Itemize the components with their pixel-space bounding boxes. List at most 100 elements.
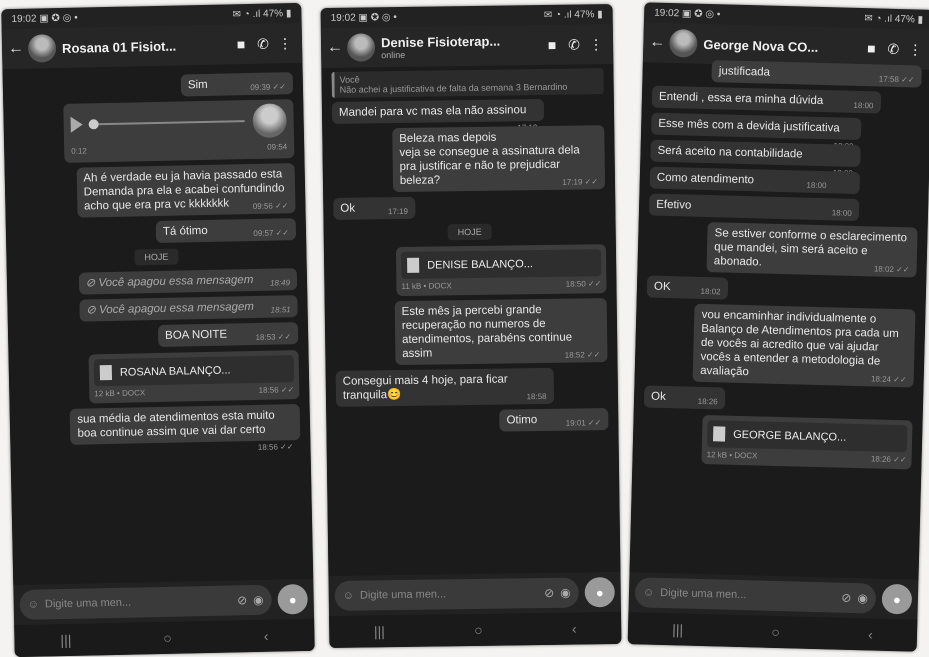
back-arrow-icon[interactable]: ← [649,33,665,51]
home-icon[interactable]: ○ [771,624,780,640]
message-bubble[interactable]: Ah é verdade eu ja havia passado esta De… [76,163,296,218]
video-call-icon[interactable]: ■ [230,36,252,52]
message-bubble[interactable]: justificada 17:58 ✓✓ [711,60,922,88]
message-bubble[interactable]: BOA NOITE 18:53 ✓✓ [157,322,299,347]
more-menu-icon[interactable]: ⋮ [904,41,926,59]
phone-call-icon[interactable]: ✆ [252,35,274,52]
status-right: ✉ ◔ .ıl 47% ▮ [543,8,603,21]
avatar[interactable] [669,28,698,58]
message-bubble[interactable]: Efetivo 18:00 [648,193,860,222]
message-bubble[interactable]: Ok 18:26 [643,385,726,410]
back-arrow-icon[interactable]: ← [327,39,343,57]
message-bubble[interactable]: Se estiver conforme o esclarecimento que… [706,222,918,278]
more-menu-icon[interactable]: ⋮ [585,36,607,53]
play-icon[interactable] [70,116,83,133]
chat-header: ← Denise Fisioterap... online ■ ✆ ⋮ [320,23,614,69]
contact-name[interactable]: George Nova CO... [703,36,860,55]
back-icon[interactable]: ‹ [264,628,269,644]
message-bubble[interactable]: sua média de atendimentos esta muito boa… [70,404,301,452]
attach-icon[interactable]: ⊘ [237,593,247,607]
message-bubble[interactable]: OK 18:02 [646,275,728,300]
android-nav-bar: ||| ○ ‹ [627,612,918,652]
avatar[interactable] [346,33,376,62]
message-text: Entendi , essa era minha dúvida [658,90,824,108]
message-input[interactable]: ☺ Digite uma men... ⊘ ◉ [19,584,272,620]
document-icon [407,257,420,273]
message-text: vou encaminhar individualmente o Balanço… [700,308,899,379]
message-time: 18:02 ✓✓ [873,264,910,275]
video-call-icon[interactable]: ■ [860,40,882,57]
deleted-message[interactable]: ⊘ Você apagou essa mensagem 18:51 [78,295,298,322]
message-bubble[interactable]: Como atendimento 18:00 [649,166,860,195]
emoji-icon[interactable]: ☺ [343,590,354,602]
back-icon[interactable]: ‹ [572,621,577,637]
message-bubble[interactable]: Sim 09:39 ✓✓ [180,72,294,97]
recents-icon[interactable]: ||| [672,621,683,637]
message-bubble[interactable]: vou encaminhar individualmente o Balanço… [692,303,916,388]
emoji-icon[interactable]: ☺ [28,599,39,611]
document-message[interactable]: ROSANA BALANÇO... 12 kB • DOCX 18:56 ✓✓ [88,350,300,404]
message-bubble[interactable]: Otimo 19:01 ✓✓ [499,408,609,432]
message-bubble[interactable]: Mandei para vc mas ela não assinou17:19 [331,98,545,132]
phone-george: 19:02 ▣ ✪ ◎ • ✉ ◔ .ıl 47% ▮ ← George Nov… [627,2,929,652]
mic-button[interactable]: ● [277,583,308,615]
message-time: 09:57 ✓✓ [253,228,290,238]
message-bubble[interactable]: Esse mês com a devida justificativa18:00 [650,112,862,151]
home-icon[interactable]: ○ [474,622,483,638]
audio-message[interactable]: 0:12 09:54 [63,99,295,163]
back-icon[interactable]: ‹ [868,626,873,642]
more-menu-icon[interactable]: ⋮ [274,35,296,52]
document-message[interactable]: GEORGE BALANÇO... 12 kB • DOCX 18:26 ✓✓ [701,414,913,470]
message-text: Será aceito na contabilidade [657,144,803,161]
message-text: Ok [650,390,666,404]
audio-progress[interactable] [88,120,245,126]
back-arrow-icon[interactable]: ← [8,40,24,58]
document-meta: 11 kB • DOCX [401,281,452,291]
message-text: Este mês ja percebi grande recuperação n… [401,304,573,360]
message-bubble[interactable]: Consegui mais 4 hoje, para ficar tranqui… [335,367,554,407]
document-icon [712,426,726,442]
message-time: 18:58 [526,391,547,402]
message-time: 18:02 [700,286,721,297]
message-bubble[interactable]: Entendi , essa era minha dúvida 18:00 [651,85,881,114]
video-call-icon[interactable]: ■ [541,37,563,53]
quoted-message[interactable]: Você Não achei a justificativa de falta d… [331,68,604,98]
status-icons: ▣ ✪ ◎ • [39,12,78,24]
attach-icon[interactable]: ⊘ [841,591,851,605]
document-icon [99,364,113,381]
deleted-message[interactable]: ⊘ Você apagou essa mensagem 18:49 [78,268,298,295]
document-message[interactable]: DENISE BALANÇO... 11 kB • DOCX 18:50 ✓✓ [395,244,607,297]
message-bubble[interactable]: Será aceito na contabilidade18:00 [650,139,861,178]
camera-icon[interactable]: ◉ [560,586,571,600]
camera-icon[interactable]: ◉ [253,593,264,607]
recents-icon[interactable]: ||| [60,632,71,648]
message-bubble[interactable]: Ok 17:19 [333,196,416,220]
contact-name[interactable]: Denise Fisioterap... online [381,32,541,60]
home-icon[interactable]: ○ [163,630,172,646]
message-bubble[interactable]: Tá ótimo 09:57 ✓✓ [155,218,297,244]
message-time: 18:50 ✓✓ [565,279,602,289]
message-input[interactable]: ☺ Digite uma men... ⊘ ◉ [634,577,877,614]
emoji-icon[interactable]: ☺ [643,586,655,598]
message-text: justificada [718,65,771,79]
android-nav-bar: ||| ○ ‹ [329,611,622,649]
recents-icon[interactable]: ||| [374,623,385,639]
avatar[interactable] [27,34,57,63]
message-text: OK [653,280,671,294]
input-bar: ☺ Digite uma men... ⊘ ◉ ● [634,576,913,615]
mic-button[interactable]: ● [881,583,913,615]
message-time: 18:51 [270,305,291,315]
message-time: 17:19 [387,206,409,217]
mic-button[interactable]: ● [584,577,615,608]
contact-name[interactable]: Rosana 01 Fisiot... [62,37,230,55]
attach-icon[interactable]: ⊘ [544,586,554,600]
phone-call-icon[interactable]: ✆ [882,40,904,58]
camera-icon[interactable]: ◉ [857,591,868,605]
message-text: Tá ótimo [162,224,208,238]
phone-call-icon[interactable]: ✆ [563,36,585,53]
message-bubble[interactable]: Este mês ja percebi grande recuperação n… [394,298,608,366]
message-input[interactable]: ☺ Digite uma men... ⊘ ◉ [334,577,579,611]
message-bubble[interactable]: Beleza mas depois veja se consegue a ass… [392,125,606,193]
message-time: 09:54 [267,142,288,152]
message-time: 17:58 ✓✓ [878,74,915,85]
